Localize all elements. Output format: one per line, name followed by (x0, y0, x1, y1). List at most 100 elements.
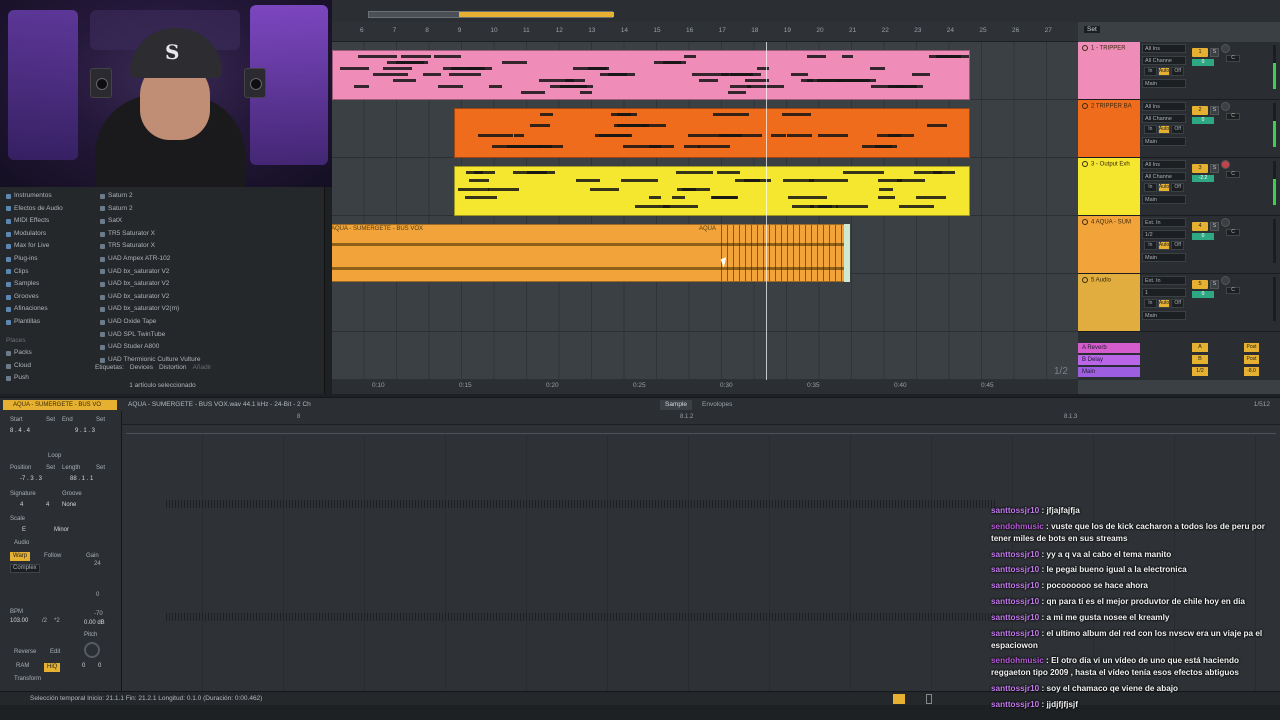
browser-category[interactable]: MIDI Effects (6, 215, 90, 228)
gain-value[interactable]: 0.00 dB (84, 620, 105, 626)
browser-item[interactable]: UAD bx_saturator V2 (100, 278, 315, 291)
browser-item[interactable]: TR5 Saturator X (100, 228, 315, 241)
browser-item[interactable]: UAD Oxide Tape (100, 316, 315, 329)
pan-field[interactable]: C (1226, 229, 1240, 236)
sig-denominator[interactable]: 4 (46, 502, 49, 508)
return-name[interactable]: Main (1078, 367, 1140, 377)
return-track[interactable]: Main 1/2 -8.0 (1078, 366, 1280, 378)
browser-item[interactable]: UAD Ampex ATR-102 (100, 253, 315, 266)
arm-button[interactable] (1221, 44, 1230, 53)
fold-icon[interactable] (1082, 219, 1088, 225)
set-button[interactable]: Set (1084, 26, 1100, 33)
fold-icon[interactable] (1082, 45, 1088, 51)
track-name[interactable]: 5 Audio (1078, 274, 1140, 331)
scale-mode[interactable]: Minor (54, 527, 69, 533)
start-set-button[interactable]: Set (46, 417, 55, 423)
volume-field[interactable]: -2.2 (1192, 175, 1214, 182)
tag-devices[interactable]: Devices (130, 364, 153, 371)
browser-item[interactable]: Saturn 2 (100, 203, 315, 216)
volume-field[interactable]: 0 (1192, 117, 1214, 124)
track-name[interactable]: 1 - TRIPPER (1078, 42, 1140, 99)
audio-clip[interactable]: AQUA - SUMERGETE - BUS VOX AQUA (332, 224, 850, 282)
solo-button[interactable]: S (1210, 280, 1219, 289)
solo-button[interactable]: S (1210, 222, 1219, 231)
end-field[interactable]: 9 . 1 . 3 (75, 428, 95, 434)
start-field[interactable]: 8 . 4 . 4 (10, 428, 30, 434)
solo-button[interactable]: S (1210, 164, 1219, 173)
browser-category[interactable]: Plantillas (6, 316, 90, 329)
arm-button[interactable] (1221, 276, 1230, 285)
fold-icon[interactable] (1082, 161, 1088, 167)
return-track[interactable]: B Delay B Post (1078, 354, 1280, 366)
monitor-in[interactable]: In (1144, 125, 1157, 134)
track-lane[interactable] (332, 332, 1078, 380)
io-channel-select[interactable]: 1 (1142, 287, 1186, 297)
pan-field[interactable]: C (1226, 55, 1240, 62)
tab-sample[interactable]: Sample (660, 400, 693, 410)
return-activator[interactable]: B (1192, 355, 1208, 364)
pan-field[interactable]: C (1226, 287, 1240, 294)
return-activator[interactable]: 1/2 (1192, 367, 1208, 376)
track-header[interactable]: 3 - Output Exh All Ins All Channe In Auto Off… (1078, 158, 1280, 216)
io-channel-select[interactable]: 1/2 (1142, 229, 1186, 239)
loop-toggle[interactable]: Loop (48, 453, 61, 459)
io-channel-select[interactable]: All Channe (1142, 171, 1186, 181)
io-input-select[interactable]: All Ins (1142, 44, 1186, 53)
io-channel-select[interactable]: All Channe (1142, 113, 1186, 123)
browser-category[interactable]: Efectos de Audio (6, 203, 90, 216)
solo-button[interactable]: S (1210, 106, 1219, 115)
io-channel-select[interactable]: All Channe (1142, 55, 1186, 65)
io-output-select[interactable]: Main (1142, 194, 1186, 204)
solo-button[interactable]: S (1210, 48, 1219, 57)
browser-category[interactable]: Plug-ins (6, 253, 90, 266)
tag-path[interactable]: Distortion (159, 364, 186, 371)
io-output-select[interactable]: Main (1142, 136, 1186, 146)
track-header[interactable]: 2 TRIPPER BA All Ins All Channe In Auto Off Ma… (1078, 100, 1280, 158)
browser-category[interactable]: Modulators (6, 228, 90, 241)
browser-category[interactable]: Clips (6, 266, 90, 279)
loop-brace[interactable] (368, 11, 614, 18)
return-name[interactable]: A Reverb (1078, 343, 1140, 353)
monitor-auto[interactable]: Auto (1157, 299, 1171, 308)
midi-clip[interactable] (454, 108, 970, 158)
follow-toggle[interactable]: Follow (44, 553, 61, 559)
monitor-auto[interactable]: Auto (1157, 125, 1171, 134)
track-header[interactable]: 1 - TRIPPER All Ins All Channe In Auto Off Mai… (1078, 42, 1280, 100)
monitor-off[interactable]: Off (1171, 299, 1185, 308)
length-field[interactable]: 88 . 1 . 1 (70, 476, 93, 482)
fold-icon[interactable] (1082, 103, 1088, 109)
browser-item[interactable]: TR5 Saturator X (100, 240, 315, 253)
track-header[interactable]: 5 Audio Ext. In 1 In Auto Off Main 5 S 0 C (1078, 274, 1280, 332)
track-activator[interactable]: 3 (1192, 164, 1208, 173)
time-ruler[interactable]: 0:10 0:15 0:20 0:25 0:30 0:35 0:40 0:45 (332, 380, 1078, 394)
browser-item[interactable]: UAD bx_saturator V2(m) (100, 303, 315, 316)
monitor-in[interactable]: In (1144, 299, 1157, 308)
end-set-button[interactable]: Set (96, 417, 105, 423)
browser-category[interactable]: Instrumentos (6, 190, 90, 203)
pitch-fine[interactable]: 0 (98, 663, 101, 669)
pan-field[interactable]: C (1226, 113, 1240, 120)
monitor-auto[interactable]: Auto (1157, 67, 1171, 76)
pitch-value[interactable]: 0 (82, 663, 85, 669)
track-header[interactable]: 4 AQUA - SUM Ext. In 1/2 In Auto Off Main 4 S 0 C (1078, 216, 1280, 274)
arm-button[interactable] (1221, 160, 1230, 169)
arm-button[interactable] (1221, 218, 1230, 227)
io-output-select[interactable]: Main (1142, 252, 1186, 262)
browser-item[interactable]: SatX (100, 215, 315, 228)
midi-clip[interactable] (454, 166, 970, 216)
browser-category[interactable]: Samples (6, 278, 90, 291)
clip-title[interactable]: AQUA - SUMERGETE - BUS VO (3, 400, 117, 410)
track-name[interactable]: 2 TRIPPER BA (1078, 100, 1140, 157)
bpm-field[interactable]: 103.00 (10, 618, 28, 624)
track-lane[interactable] (332, 274, 1078, 332)
io-input-select[interactable]: Ext. In (1142, 276, 1186, 285)
editor-ruler[interactable]: 8 8.1.2 8.1.3 (122, 411, 1280, 425)
track-name[interactable]: 4 AQUA - SUM (1078, 216, 1140, 273)
fold-icon[interactable] (1082, 277, 1088, 283)
pan-field[interactable]: C (1226, 171, 1240, 178)
tab-envelopes[interactable]: Envolopes (697, 400, 737, 410)
arm-button[interactable] (1221, 102, 1230, 111)
double-bpm-button[interactable]: *2 (54, 618, 60, 624)
monitor-in[interactable]: In (1144, 183, 1157, 192)
monitor-off[interactable]: Off (1171, 67, 1185, 76)
